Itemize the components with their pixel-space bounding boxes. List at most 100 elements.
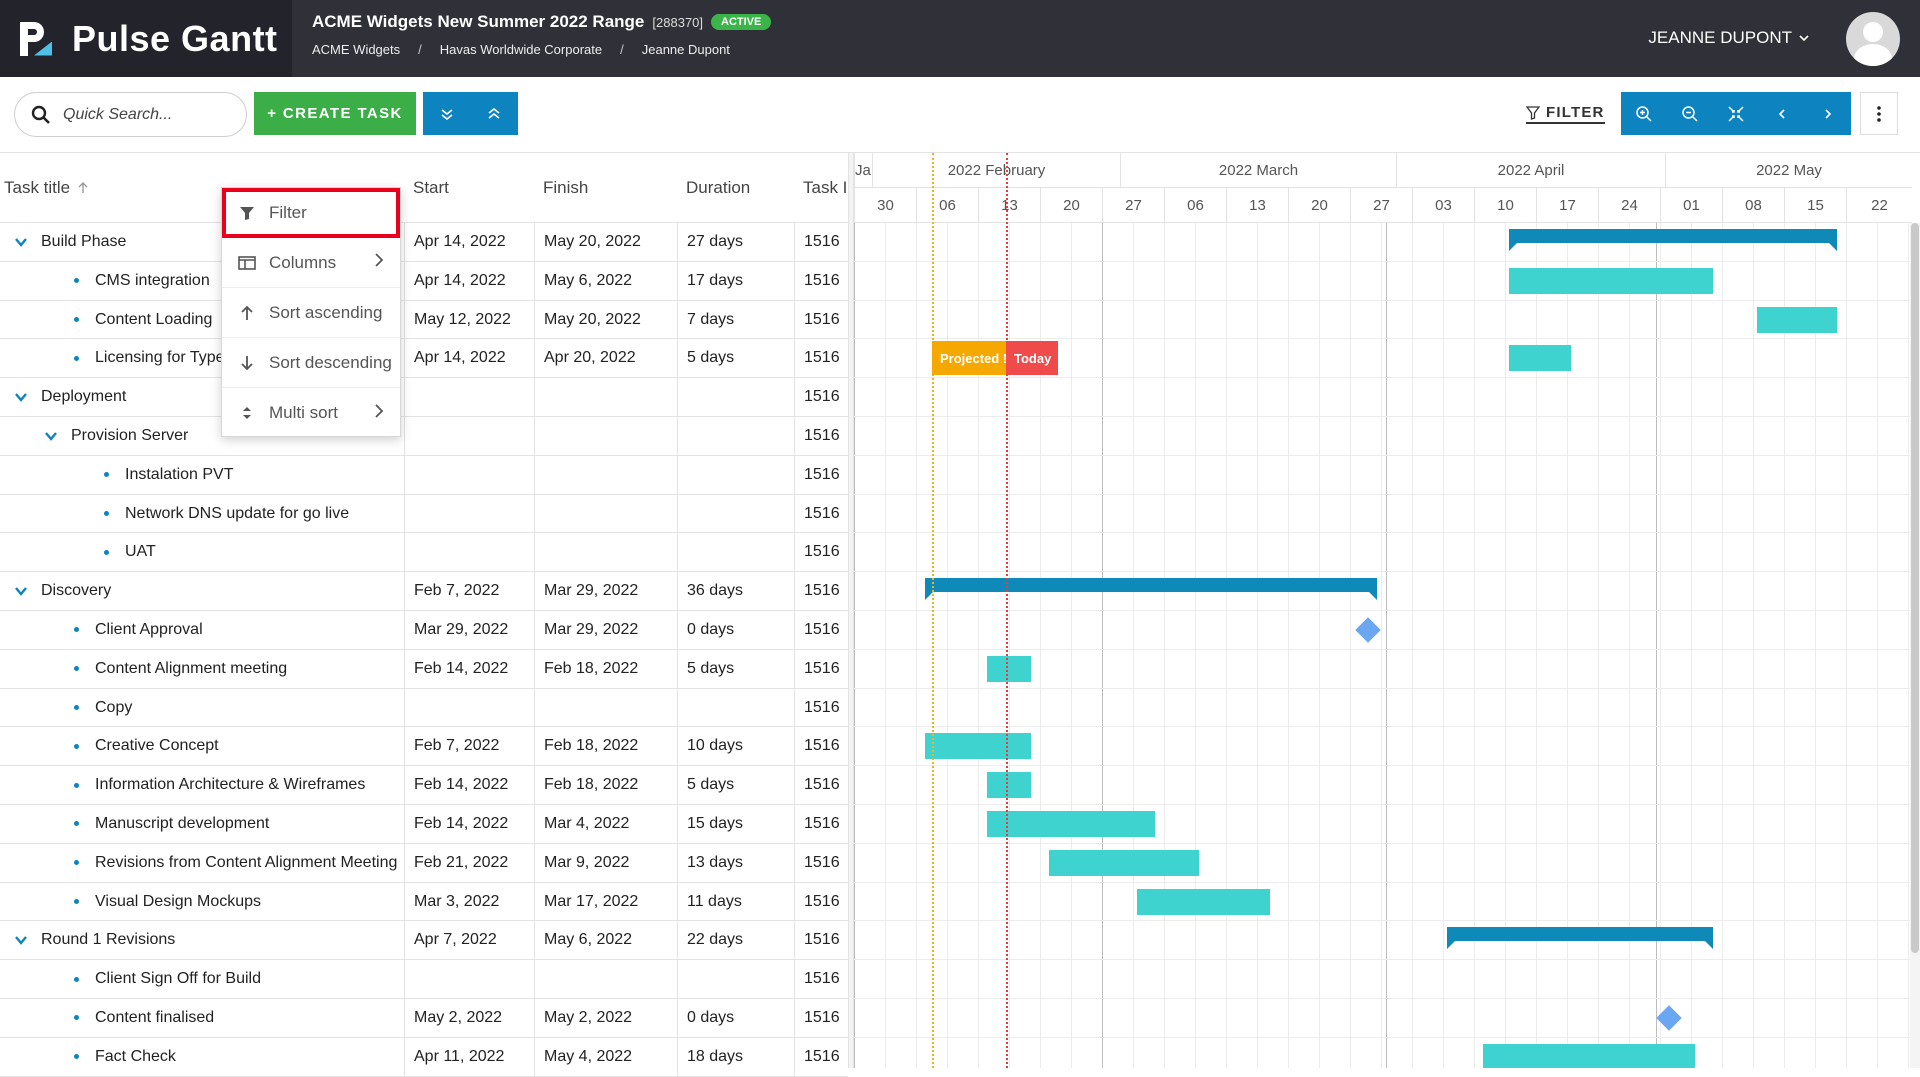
task-duration-cell[interactable]: 36 days [677,572,794,611]
task-number-cell[interactable]: 1516 [794,766,848,805]
menu-item-multi-sort[interactable]: Multi sort [222,388,400,438]
task-row[interactable]: Build Phase Apr 14, 2022 May 20, 2022 27 da… [0,223,848,262]
task-number-cell[interactable]: 1516 [794,1037,848,1076]
task-title-cell[interactable]: Network DNS update for go live [0,495,404,533]
breadcrumb-item[interactable]: ACME Widgets [312,42,400,57]
task-start-cell[interactable] [404,455,534,494]
search-input[interactable] [63,105,223,124]
task-start-cell[interactable]: Feb 14, 2022 [404,804,534,843]
task-number-cell[interactable]: 1516 [794,998,848,1037]
task-duration-cell[interactable]: 22 days [677,921,794,960]
breadcrumb-item[interactable]: Havas Worldwide Corporate [440,42,602,57]
task-finish-cell[interactable] [534,378,677,417]
summary-bar[interactable] [924,578,1377,601]
breadcrumb-item[interactable]: Jeanne Dupont [642,42,730,57]
summary-bar[interactable] [1447,927,1714,950]
menu-item-sort-descending[interactable]: Sort descending [222,338,400,388]
task-duration-cell[interactable] [677,416,794,455]
task-bar[interactable] [1048,849,1200,876]
task-row[interactable]: Information Architecture & Wireframes Feb… [0,766,848,805]
task-title-cell[interactable]: Client Approval [0,611,404,649]
avatar[interactable] [1846,12,1900,66]
zoom-in-button[interactable] [1621,92,1667,135]
task-number-cell[interactable]: 1516 [794,649,848,688]
task-number-cell[interactable]: 1516 [794,882,848,921]
task-start-cell[interactable]: May 2, 2022 [404,998,534,1037]
expand-all-button[interactable] [423,92,471,135]
summary-bar[interactable] [1509,229,1838,251]
task-row[interactable]: Content Loading May 12, 2022 May 20, 2022 7… [0,300,848,340]
task-finish-cell[interactable]: Mar 29, 2022 [534,610,677,649]
filter-button[interactable]: FILTER [1526,104,1605,124]
scrollbar-thumb[interactable] [1911,223,1919,953]
task-row[interactable]: Content Alignment meeting Feb 14, 2022 Feb… [0,649,848,689]
task-bar[interactable] [986,811,1156,837]
task-number-cell[interactable]: 1516 [794,727,848,766]
task-row[interactable]: Client Sign Off for Build 1516 [0,960,848,999]
task-duration-cell[interactable] [677,960,794,999]
task-title-cell[interactable]: Manuscript development [0,805,404,843]
task-duration-cell[interactable] [677,378,794,417]
task-duration-cell[interactable]: 13 days [677,843,794,882]
task-finish-cell[interactable] [534,494,677,533]
scroll-right-button[interactable] [1805,92,1851,135]
menu-item-columns[interactable]: Columns [222,238,400,288]
task-start-cell[interactable] [404,533,534,572]
column-header-finish[interactable]: Finish [534,153,677,223]
task-finish-cell[interactable]: May 2, 2022 [534,998,677,1037]
task-title-cell[interactable]: Content finalised [0,999,404,1037]
task-finish-cell[interactable]: Mar 17, 2022 [534,882,677,921]
task-finish-cell[interactable]: May 20, 2022 [534,223,677,261]
task-number-cell[interactable]: 1516 [794,921,848,960]
task-start-cell[interactable] [404,960,534,999]
zoom-out-button[interactable] [1667,92,1713,135]
task-start-cell[interactable]: Apr 11, 2022 [404,1037,534,1076]
task-bar[interactable] [986,772,1032,799]
task-row[interactable]: Copy 1516 [0,688,848,728]
task-row[interactable]: Provision Server 1516 [0,416,848,456]
task-row[interactable]: Creative Concept Feb 7, 2022 Feb 18, 2022 1… [0,727,848,767]
scroll-left-button[interactable] [1759,92,1805,135]
chevron-down-icon[interactable] [14,933,28,947]
task-duration-cell[interactable] [677,533,794,572]
milestone[interactable] [1354,617,1381,643]
task-row[interactable]: Revisions from Content Alignment Meeting… [0,843,848,883]
task-finish-cell[interactable] [534,455,677,494]
task-number-cell[interactable]: 1516 [794,494,848,533]
task-duration-cell[interactable]: 17 days [677,261,794,300]
task-duration-cell[interactable] [677,494,794,533]
task-duration-cell[interactable]: 15 days [677,804,794,843]
task-number-cell[interactable]: 1516 [794,223,848,261]
chevron-down-icon[interactable] [14,390,28,404]
task-start-cell[interactable]: Feb 7, 2022 [404,572,534,611]
task-finish-cell[interactable]: Feb 18, 2022 [534,766,677,805]
task-row[interactable]: Round 1 Revisions Apr 7, 2022 May 6, 2022 2… [0,921,848,961]
brand[interactable]: Pulse Gantt [0,0,292,77]
user-menu[interactable]: JEANNE DUPONT [1648,28,1810,48]
task-start-cell[interactable]: Mar 29, 2022 [404,610,534,649]
task-number-cell[interactable]: 1516 [794,533,848,572]
chevron-down-icon[interactable] [14,235,28,249]
task-row[interactable]: Instalation PVT 1516 [0,455,848,495]
task-duration-cell[interactable]: 10 days [677,727,794,766]
task-number-cell[interactable]: 1516 [794,455,848,494]
column-header-duration[interactable]: Duration [677,153,794,223]
task-number-cell[interactable]: 1516 [794,688,848,727]
task-title-cell[interactable]: UAT [0,533,404,571]
task-bar[interactable] [1482,1043,1696,1068]
task-bar[interactable] [924,733,1032,760]
task-finish-cell[interactable]: May 4, 2022 [534,1037,677,1076]
task-start-cell[interactable]: Feb 14, 2022 [404,649,534,688]
task-duration-cell[interactable] [677,688,794,727]
task-finish-cell[interactable]: May 6, 2022 [534,921,677,960]
task-title-cell[interactable]: Fact Check [0,1038,404,1076]
task-duration-cell[interactable]: 5 days [677,649,794,688]
task-number-cell[interactable]: 1516 [794,261,848,300]
task-start-cell[interactable]: Apr 7, 2022 [404,921,534,960]
task-bar[interactable] [1137,888,1271,915]
task-number-cell[interactable]: 1516 [794,572,848,611]
task-number-cell[interactable]: 1516 [794,339,848,378]
task-start-cell[interactable]: Feb 14, 2022 [404,766,534,805]
task-duration-cell[interactable]: 7 days [677,300,794,339]
task-bar[interactable] [986,655,1032,682]
